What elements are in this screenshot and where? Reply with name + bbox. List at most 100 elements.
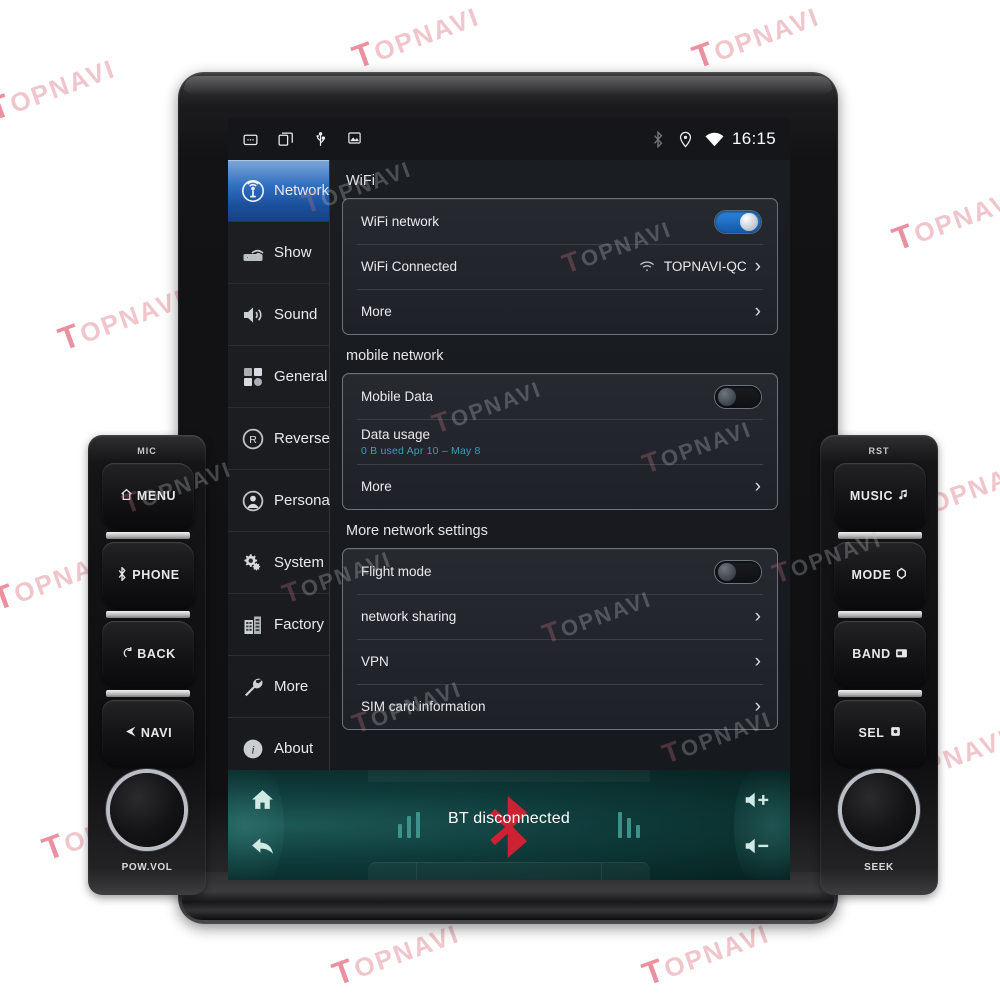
- network-antenna-icon: [241, 179, 265, 203]
- section-title-more-network-settings: More network settings: [346, 523, 488, 539]
- wrench-icon: [241, 675, 265, 699]
- bluetooth-small-icon: [116, 565, 128, 584]
- row-wifi-more[interactable]: More ›: [343, 289, 777, 334]
- sidebar-item-general[interactable]: General: [228, 346, 329, 408]
- row-data-usage[interactable]: Data usage 0 B used Apr 10 – May 8: [343, 419, 777, 464]
- mode-hardware-button[interactable]: MODE: [834, 542, 926, 618]
- wifi-network-toggle[interactable]: [715, 210, 761, 233]
- more-network-settings-card: Flight mode network sharing › VPN › SIM …: [342, 548, 778, 730]
- speaker-icon: [241, 303, 265, 327]
- watermark: TOPNAVI: [637, 918, 774, 993]
- row-mobile-data[interactable]: Mobile Data: [343, 374, 777, 419]
- key-divider: [838, 532, 922, 539]
- sidebar-item-show[interactable]: Show: [228, 222, 329, 284]
- watermark: TOPNAVI: [347, 1, 484, 76]
- music-hardware-button[interactable]: MUSIC: [834, 463, 926, 539]
- flight-mode-toggle[interactable]: [715, 560, 761, 583]
- media-tray-top-decoration: [368, 770, 650, 782]
- volume-down-button[interactable]: [742, 834, 770, 862]
- sidebar-item-personal[interactable]: Personal: [228, 470, 333, 532]
- connected-ssid: TOPNAVI-QC: [663, 259, 747, 274]
- sidebar-item-label: Sound: [274, 306, 318, 323]
- row-label: More: [361, 304, 392, 319]
- sidebar-item-reverse[interactable]: R Reverse: [228, 408, 330, 470]
- factory-building-icon: [241, 613, 265, 637]
- reverse-r-icon: R: [241, 427, 265, 451]
- svg-text:R: R: [249, 434, 257, 446]
- sidebar-item-system[interactable]: System: [228, 532, 329, 594]
- band-radio-icon: [895, 647, 908, 662]
- screenshot-icon[interactable]: [347, 131, 364, 148]
- display-router-icon: [241, 241, 265, 265]
- watermark: TOPNAVI: [687, 1, 824, 76]
- seek-knob[interactable]: [842, 773, 916, 847]
- row-label: Mobile Data: [361, 389, 434, 404]
- mode-key-label: MODE: [851, 568, 892, 582]
- chevron-right-icon: ›: [754, 301, 761, 322]
- watermark: TOPNAVI: [887, 183, 1000, 258]
- sidebar-item-label: More: [274, 678, 309, 695]
- reset-label: RST: [868, 446, 890, 456]
- chevron-right-icon: ›: [754, 606, 761, 627]
- navi-hardware-button[interactable]: NAVI: [102, 700, 194, 766]
- chevron-right-icon: ›: [754, 696, 761, 717]
- sidebar-item-factory[interactable]: Factory: [228, 594, 329, 656]
- sidebar-item-label: Reverse: [274, 430, 330, 447]
- wifi-small-icon: [639, 260, 655, 273]
- row-label: Data usage: [361, 426, 431, 442]
- select-gear-icon: [889, 725, 902, 741]
- sidebar-item-network[interactable]: Network: [228, 160, 329, 222]
- data-usage-summary: 0 B used Apr 10 – May 8: [361, 444, 481, 457]
- media-tray-decoration: [368, 862, 650, 880]
- back-hardware-button[interactable]: BACK: [102, 621, 194, 697]
- phone-hardware-button[interactable]: PHONE: [102, 542, 194, 618]
- usb-icon[interactable]: [312, 131, 329, 148]
- chevron-right-icon: ›: [754, 651, 761, 672]
- bluetooth-status-text: BT disconnected: [448, 810, 570, 827]
- sel-key-label: SEL: [858, 726, 885, 740]
- sidebar-item-sound[interactable]: Sound: [228, 284, 329, 346]
- sidebar-item-label: Factory: [274, 616, 325, 633]
- seek-knob-label: SEEK: [864, 862, 894, 873]
- info-icon: i: [241, 737, 265, 761]
- band-hardware-button[interactable]: BAND: [834, 621, 926, 697]
- row-vpn[interactable]: VPN ›: [343, 639, 777, 684]
- nav-triangle-icon: [124, 725, 137, 741]
- band-key-label: BAND: [852, 647, 891, 661]
- power-volume-knob[interactable]: [110, 773, 184, 847]
- right-hardware-panel: RST MUSIC MODE BAND SEL SEEK: [820, 435, 938, 895]
- left-keypad: MENU PHONE BACK NAVI: [102, 463, 194, 766]
- touchscreen-display: 16:15 Network Show Sound General R Rever…: [228, 118, 790, 880]
- menu-hardware-button[interactable]: MENU: [102, 463, 194, 539]
- menu-key-label: MENU: [136, 489, 177, 503]
- volume-minus-icon: [743, 835, 770, 862]
- chevron-right-icon: ›: [754, 256, 761, 277]
- watermark: TOPNAVI: [327, 918, 464, 993]
- multiwindow-icon[interactable]: [277, 131, 294, 148]
- sidebar-item-more[interactable]: More: [228, 656, 329, 718]
- row-label: VPN: [361, 654, 389, 669]
- navi-key-label: NAVI: [140, 726, 173, 740]
- section-title-mobile-network: mobile network: [346, 348, 444, 364]
- recents-icon[interactable]: [242, 131, 259, 148]
- sel-hardware-button[interactable]: SEL: [834, 700, 926, 766]
- grid-squares-icon: [241, 365, 265, 389]
- row-label: Flight mode: [361, 564, 432, 579]
- row-label: More: [361, 479, 392, 494]
- mobile-network-card: Mobile Data Data usage 0 B used Apr 10 –…: [342, 373, 778, 510]
- status-bar-clock: 16:15: [731, 129, 776, 148]
- key-divider: [838, 690, 922, 697]
- row-sim-card-information[interactable]: SIM card information ›: [343, 684, 777, 729]
- row-flight-mode[interactable]: Flight mode: [343, 549, 777, 594]
- mobile-data-toggle[interactable]: [715, 385, 761, 408]
- row-wifi-connected[interactable]: WiFi Connected TOPNAVI-QC ›: [343, 244, 777, 289]
- row-label: WiFi network: [361, 214, 440, 229]
- row-mobile-more[interactable]: More ›: [343, 464, 777, 509]
- back-button[interactable]: [248, 834, 276, 862]
- row-wifi-network[interactable]: WiFi network: [343, 199, 777, 244]
- music-key-label: MUSIC: [849, 489, 894, 503]
- sidebar-item-label: Network: [274, 182, 330, 199]
- watermark: TOPNAVI: [0, 53, 120, 128]
- sidebar-item-label: Show: [274, 244, 312, 261]
- row-network-sharing[interactable]: network sharing ›: [343, 594, 777, 639]
